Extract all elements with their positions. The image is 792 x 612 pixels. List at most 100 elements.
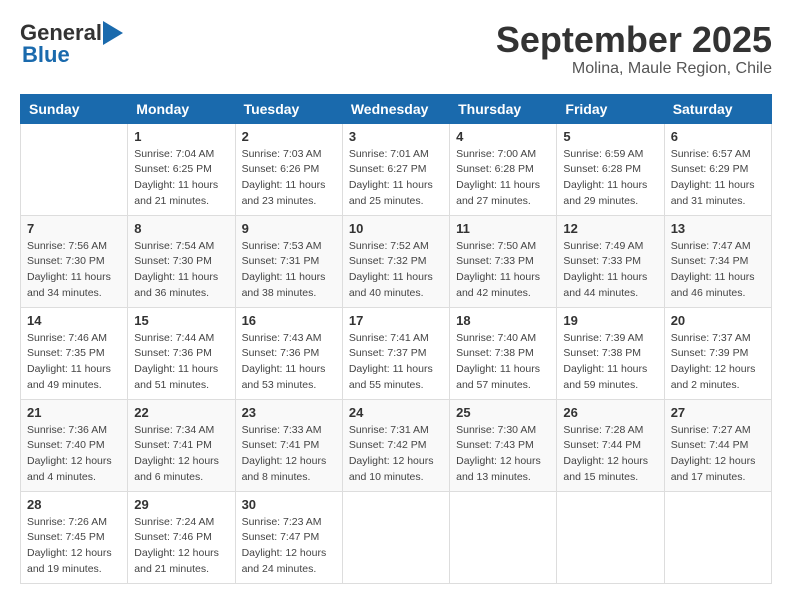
calendar-cell [450, 491, 557, 583]
calendar-cell: 8 Sunrise: 7:54 AM Sunset: 7:30 PM Daylig… [128, 215, 235, 307]
day-number: 20 [671, 313, 765, 328]
day-header-thursday: Thursday [450, 94, 557, 123]
calendar-cell: 21Sunrise: 7:36 AM Sunset: 7:40 PM Dayli… [21, 399, 128, 491]
calendar-cell: 7 Sunrise: 7:56 AM Sunset: 7:30 PM Daylig… [21, 215, 128, 307]
calendar-header: SundayMondayTuesdayWednesdayThursdayFrid… [21, 94, 772, 123]
calendar-cell: 16 Sunrise: 7:43 AM Sunset: 7:36 PM Dayli… [235, 307, 342, 399]
day-info: Sunrise: 7:50 AM Sunset: 7:33 PM Dayligh… [456, 239, 550, 302]
day-info: Sunrise: 7:27 AM Sunset: 7:44 PM Dayligh… [671, 423, 765, 486]
day-header-sunday: Sunday [21, 94, 128, 123]
day-number: 16 [242, 313, 336, 328]
calendar-cell: 4 Sunrise: 7:00 AM Sunset: 6:28 PM Daylig… [450, 123, 557, 215]
calendar-cell: 24 Sunrise: 7:31 AM Sunset: 7:42 PM Dayli… [342, 399, 449, 491]
logo: General Blue [20, 20, 132, 68]
day-header-saturday: Saturday [664, 94, 771, 123]
calendar-cell: 3 Sunrise: 7:01 AM Sunset: 6:27 PM Daylig… [342, 123, 449, 215]
day-number: 19 [563, 313, 657, 328]
calendar-cell: 15 Sunrise: 7:44 AM Sunset: 7:36 PM Dayli… [128, 307, 235, 399]
day-info: Sunrise: 7:26 AM Sunset: 7:45 PM Dayligh… [27, 515, 121, 578]
calendar-cell: 20 Sunrise: 7:37 AM Sunset: 7:39 PM Dayli… [664, 307, 771, 399]
calendar-cell: 22Sunrise: 7:34 AM Sunset: 7:41 PM Dayli… [128, 399, 235, 491]
month-title: September 2025 [496, 20, 772, 60]
day-info: Sunrise: 7:36 AM Sunset: 7:40 PM Dayligh… [27, 423, 121, 486]
day-info: Sunrise: 7:52 AM Sunset: 7:32 PM Dayligh… [349, 239, 443, 302]
day-number: 14 [27, 313, 121, 328]
calendar-cell: 12 Sunrise: 7:49 AM Sunset: 7:33 PM Dayli… [557, 215, 664, 307]
calendar-week-4: 21Sunrise: 7:36 AM Sunset: 7:40 PM Dayli… [21, 399, 772, 491]
calendar-cell: 28Sunrise: 7:26 AM Sunset: 7:45 PM Dayli… [21, 491, 128, 583]
day-number: 12 [563, 221, 657, 236]
calendar-week-1: 1 Sunrise: 7:04 AM Sunset: 6:25 PM Daylig… [21, 123, 772, 215]
day-number: 18 [456, 313, 550, 328]
location-title: Molina, Maule Region, Chile [496, 60, 772, 78]
day-info: Sunrise: 7:40 AM Sunset: 7:38 PM Dayligh… [456, 331, 550, 394]
day-number: 29 [134, 497, 228, 512]
calendar-cell [21, 123, 128, 215]
calendar-week-5: 28Sunrise: 7:26 AM Sunset: 7:45 PM Dayli… [21, 491, 772, 583]
calendar-cell: 14Sunrise: 7:46 AM Sunset: 7:35 PM Dayli… [21, 307, 128, 399]
day-number: 23 [242, 405, 336, 420]
day-number: 24 [349, 405, 443, 420]
calendar-cell [557, 491, 664, 583]
day-info: Sunrise: 6:57 AM Sunset: 6:29 PM Dayligh… [671, 147, 765, 210]
day-info: Sunrise: 7:47 AM Sunset: 7:34 PM Dayligh… [671, 239, 765, 302]
calendar-cell: 26 Sunrise: 7:28 AM Sunset: 7:44 PM Dayli… [557, 399, 664, 491]
day-number: 22 [134, 405, 228, 420]
day-number: 15 [134, 313, 228, 328]
calendar-cell: 19 Sunrise: 7:39 AM Sunset: 7:38 PM Dayli… [557, 307, 664, 399]
day-info: Sunrise: 7:03 AM Sunset: 6:26 PM Dayligh… [242, 147, 336, 210]
calendar-cell: 13 Sunrise: 7:47 AM Sunset: 7:34 PM Dayli… [664, 215, 771, 307]
day-info: Sunrise: 7:31 AM Sunset: 7:42 PM Dayligh… [349, 423, 443, 486]
day-number: 5 [563, 129, 657, 144]
calendar-cell [664, 491, 771, 583]
day-info: Sunrise: 7:23 AM Sunset: 7:47 PM Dayligh… [242, 515, 336, 578]
day-info: Sunrise: 7:43 AM Sunset: 7:36 PM Dayligh… [242, 331, 336, 394]
day-number: 8 [134, 221, 228, 236]
calendar-cell: 17 Sunrise: 7:41 AM Sunset: 7:37 PM Dayli… [342, 307, 449, 399]
calendar-cell: 5 Sunrise: 6:59 AM Sunset: 6:28 PM Daylig… [557, 123, 664, 215]
day-info: Sunrise: 7:30 AM Sunset: 7:43 PM Dayligh… [456, 423, 550, 486]
day-number: 17 [349, 313, 443, 328]
calendar-cell: 1 Sunrise: 7:04 AM Sunset: 6:25 PM Daylig… [128, 123, 235, 215]
calendar-cell: 30 Sunrise: 7:23 AM Sunset: 7:47 PM Dayli… [235, 491, 342, 583]
day-number: 7 [27, 221, 121, 236]
day-header-wednesday: Wednesday [342, 94, 449, 123]
day-number: 26 [563, 405, 657, 420]
day-number: 30 [242, 497, 336, 512]
day-number: 1 [134, 129, 228, 144]
calendar-cell: 2 Sunrise: 7:03 AM Sunset: 6:26 PM Daylig… [235, 123, 342, 215]
day-info: Sunrise: 7:44 AM Sunset: 7:36 PM Dayligh… [134, 331, 228, 394]
day-info: Sunrise: 7:49 AM Sunset: 7:33 PM Dayligh… [563, 239, 657, 302]
calendar-cell: 10Sunrise: 7:52 AM Sunset: 7:32 PM Dayli… [342, 215, 449, 307]
day-number: 11 [456, 221, 550, 236]
day-header-friday: Friday [557, 94, 664, 123]
day-info: Sunrise: 7:37 AM Sunset: 7:39 PM Dayligh… [671, 331, 765, 394]
day-info: Sunrise: 7:00 AM Sunset: 6:28 PM Dayligh… [456, 147, 550, 210]
day-info: Sunrise: 7:28 AM Sunset: 7:44 PM Dayligh… [563, 423, 657, 486]
day-number: 3 [349, 129, 443, 144]
calendar-table: SundayMondayTuesdayWednesdayThursdayFrid… [20, 94, 772, 584]
calendar-cell: 9Sunrise: 7:53 AM Sunset: 7:31 PM Daylig… [235, 215, 342, 307]
day-info: Sunrise: 7:24 AM Sunset: 7:46 PM Dayligh… [134, 515, 228, 578]
day-number: 4 [456, 129, 550, 144]
calendar-cell: 29 Sunrise: 7:24 AM Sunset: 7:46 PM Dayli… [128, 491, 235, 583]
header: General Blue September 2025 Molina, Maul… [20, 20, 772, 78]
day-header-monday: Monday [128, 94, 235, 123]
day-number: 2 [242, 129, 336, 144]
calendar-cell: 11 Sunrise: 7:50 AM Sunset: 7:33 PM Dayli… [450, 215, 557, 307]
day-info: Sunrise: 7:04 AM Sunset: 6:25 PM Dayligh… [134, 147, 228, 210]
day-info: Sunrise: 6:59 AM Sunset: 6:28 PM Dayligh… [563, 147, 657, 210]
day-number: 27 [671, 405, 765, 420]
day-number: 9 [242, 221, 336, 236]
calendar-cell: 27 Sunrise: 7:27 AM Sunset: 7:44 PM Dayli… [664, 399, 771, 491]
day-info: Sunrise: 7:39 AM Sunset: 7:38 PM Dayligh… [563, 331, 657, 394]
day-info: Sunrise: 7:01 AM Sunset: 6:27 PM Dayligh… [349, 147, 443, 210]
calendar-cell: 6Sunrise: 6:57 AM Sunset: 6:29 PM Daylig… [664, 123, 771, 215]
day-number: 13 [671, 221, 765, 236]
day-info: Sunrise: 7:56 AM Sunset: 7:30 PM Dayligh… [27, 239, 121, 302]
day-info: Sunrise: 7:54 AM Sunset: 7:30 PM Dayligh… [134, 239, 228, 302]
logo-icon [103, 21, 131, 45]
day-info: Sunrise: 7:41 AM Sunset: 7:37 PM Dayligh… [349, 331, 443, 394]
day-header-tuesday: Tuesday [235, 94, 342, 123]
calendar-cell: 25Sunrise: 7:30 AM Sunset: 7:43 PM Dayli… [450, 399, 557, 491]
